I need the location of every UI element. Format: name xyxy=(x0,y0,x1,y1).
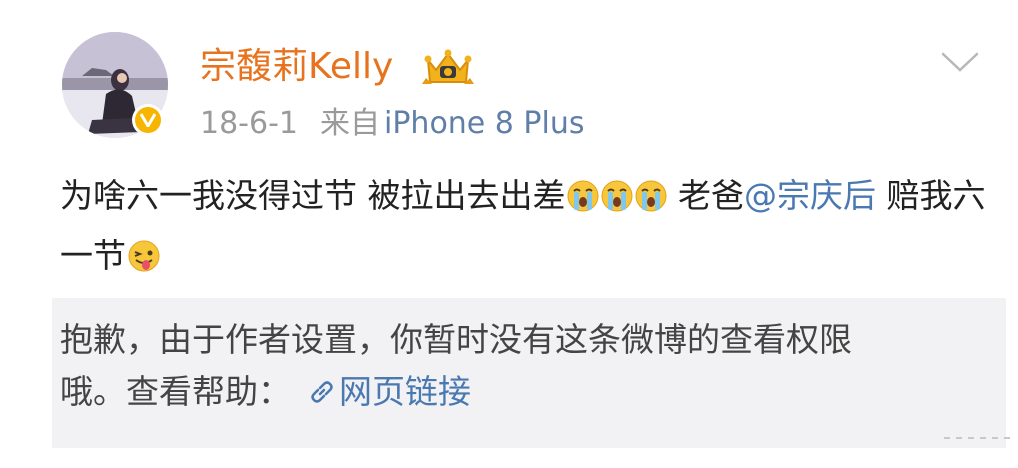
post-date: 18-6-1 xyxy=(200,106,298,141)
crying-emoji xyxy=(601,179,633,213)
mention-link[interactable]: @宗庆后 xyxy=(744,176,876,215)
username[interactable]: 宗馥莉Kelly xyxy=(200,42,393,92)
verified-badge xyxy=(132,104,164,136)
web-link[interactable]: 网页链接 xyxy=(339,372,471,411)
more-dashes-icon xyxy=(942,428,1014,448)
weibo-post-card: 宗馥莉Kelly 18-6-1 来自 iPhone 8 Plus 为啥六一我没得过节… xyxy=(0,0,1018,468)
post-meta: 18-6-1 来自 iPhone 8 Plus xyxy=(200,104,585,144)
post-text-segment: 老爸 xyxy=(678,176,744,215)
notice-text: 抱歉，由于作者设置，你暂时没有这条微博的查看权限 哦。查看帮助： 网页链接 xyxy=(60,314,1000,418)
source-device-link[interactable]: iPhone 8 Plus xyxy=(384,106,585,141)
crown-member-icon[interactable] xyxy=(422,48,474,88)
verified-v-icon xyxy=(135,107,161,133)
link-icon[interactable] xyxy=(307,370,337,403)
crying-emoji xyxy=(567,179,599,213)
tongue-wink-emoji xyxy=(127,239,160,273)
notice-line-2: 哦。查看帮助： xyxy=(60,372,291,411)
avatar-container[interactable] xyxy=(62,32,168,138)
source-label: 来自 xyxy=(320,106,380,141)
permission-notice: 抱歉，由于作者设置，你暂时没有这条微博的查看权限 哦。查看帮助： 网页链接 xyxy=(52,298,1006,448)
crying-emoji xyxy=(635,179,667,213)
post-text-segment: 为啥六一我没得过节 被拉出去出差 xyxy=(60,176,566,215)
post-text: 为啥六一我没得过节 被拉出去出差 老爸@宗庆后 赔我六一节 xyxy=(60,166,990,286)
chevron-down-icon[interactable] xyxy=(940,50,980,74)
notice-line-1: 抱歉，由于作者设置，你暂时没有这条微博的查看权限 xyxy=(60,320,852,359)
